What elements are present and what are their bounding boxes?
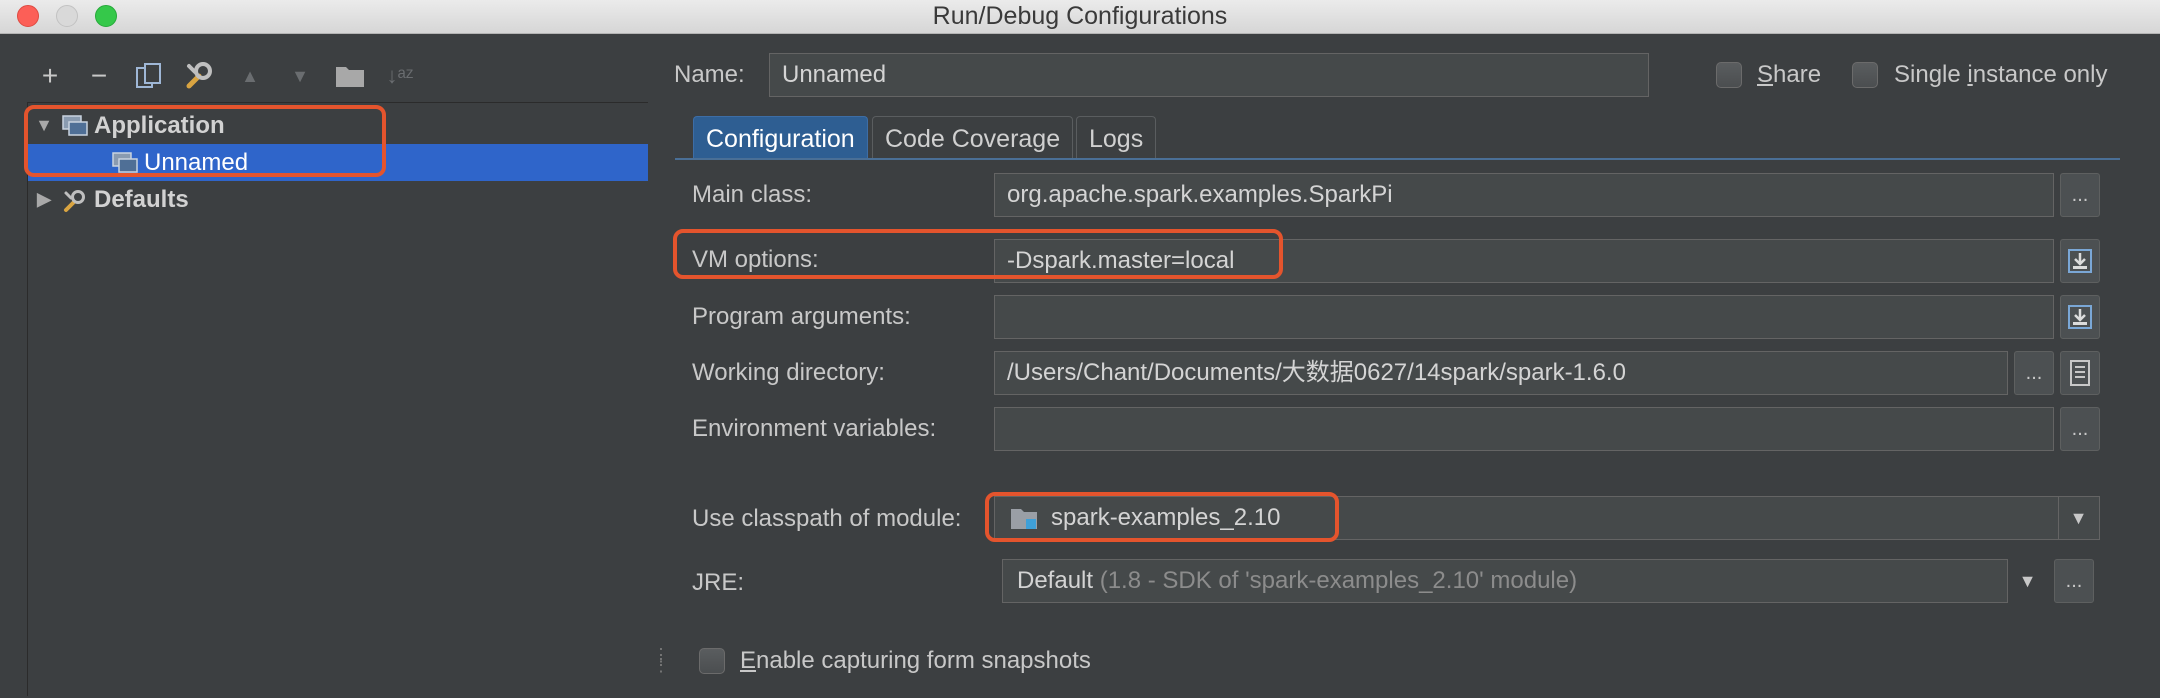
single-instance-label: Single instance only (1894, 61, 2108, 88)
main-class-input[interactable]: org.apache.spark.examples.SparkPi (994, 173, 2054, 217)
environment-variables-label: Environment variables: (692, 415, 937, 442)
vm-options-expand-icon[interactable] (2060, 239, 2100, 283)
add-icon[interactable]: + (32, 58, 68, 94)
tree-item-defaults[interactable]: ▶ Defaults (28, 181, 648, 218)
window-title: Run/Debug Configurations (932, 2, 1228, 30)
jre-detail: (1.8 - SDK of 'spark-examples_2.10' modu… (1099, 567, 1578, 594)
classpath-module-label: Use classpath of module: (692, 505, 962, 532)
share-checkbox[interactable] (1716, 62, 1742, 88)
enable-snapshots-label: Enable capturing form snapshots (740, 647, 1091, 674)
program-arguments-expand-icon[interactable] (2060, 295, 2100, 339)
remove-icon[interactable]: − (81, 58, 117, 94)
jre-select[interactable]: Default (1.8 - SDK of 'spark-examples_2.… (1002, 559, 2008, 603)
enable-snapshots-checkbox[interactable] (699, 648, 725, 674)
environment-variables-input[interactable] (994, 407, 2054, 451)
highlight-callout (673, 229, 1283, 279)
macros-icon[interactable] (2060, 351, 2100, 395)
chevron-down-icon[interactable]: ▼ (2007, 559, 2047, 603)
main-class-label: Main class: (692, 181, 813, 208)
share-label: Share (1757, 61, 1822, 88)
wrench-icon[interactable] (181, 58, 217, 94)
highlight-callout (985, 492, 1339, 542)
splitter-handle[interactable]: ⋮ ⋮ (652, 646, 670, 686)
chevron-down-icon[interactable]: ▼ (2058, 496, 2098, 540)
sort-icon[interactable]: ↓ᵃᶻ (382, 58, 418, 94)
main-class-browse-button[interactable]: ... (2060, 173, 2100, 217)
copy-icon[interactable] (131, 58, 167, 94)
name-input[interactable]: Unnamed (769, 53, 1649, 97)
collapsed-triangle-icon[interactable]: ▶ (34, 189, 54, 210)
name-label: Name: (674, 61, 745, 88)
wrench-icon (62, 189, 88, 212)
folder-icon[interactable] (332, 58, 368, 94)
jre-value: Default (1017, 567, 1094, 594)
configuration-tree: ▼ Application Unnamed ▶ Defaults (27, 102, 648, 696)
working-directory-input[interactable]: /Users/Chant/Documents/大数据0627/14spark/s… (994, 351, 2008, 395)
tab-logs[interactable]: Logs (1076, 116, 1157, 160)
move-down-icon[interactable]: ▼ (282, 58, 318, 94)
jre-browse-button[interactable]: ... (2054, 559, 2094, 603)
single-instance-checkbox[interactable] (1852, 62, 1878, 88)
working-directory-browse-button[interactable]: ... (2014, 351, 2054, 395)
jre-label: JRE: (692, 569, 745, 596)
defaults-label: Defaults (94, 185, 189, 213)
program-arguments-label: Program arguments: (692, 303, 911, 330)
tab-code-coverage[interactable]: Code Coverage (872, 116, 1074, 160)
program-arguments-input[interactable] (994, 295, 2054, 339)
environment-variables-browse-button[interactable]: ... (2060, 407, 2100, 451)
tab-configuration[interactable]: Configuration (693, 116, 868, 160)
working-directory-label: Working directory: (692, 359, 885, 386)
move-up-icon[interactable]: ▲ (232, 58, 268, 94)
highlight-callout (24, 105, 386, 177)
